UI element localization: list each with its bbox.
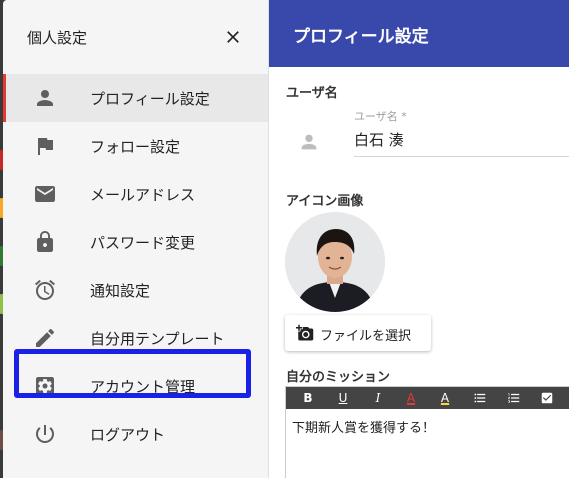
- mail-icon: [35, 186, 55, 202]
- avatar-photo: [285, 212, 385, 312]
- username-field-label: ユーザ名 *: [354, 110, 407, 123]
- font-color-button[interactable]: A: [399, 387, 423, 409]
- drawer-title: 個人設定: [27, 28, 88, 47]
- icon-section-label: アイコン画像: [286, 194, 364, 209]
- page-title: プロフィール設定: [293, 27, 429, 47]
- username-section-label: ユーザ名: [286, 86, 338, 101]
- person-icon: [37, 90, 53, 106]
- checkbox-icon: [541, 392, 553, 404]
- pencil-icon: [36, 328, 55, 347]
- settings-drawer: 個人設定 プロフィール設定 フォロー設定 メールアドレス パスワード変更 通知設…: [3, 0, 268, 478]
- panel-header: プロフィール設定: [269, 0, 569, 67]
- menu-item-profile[interactable]: プロフィール設定: [3, 74, 268, 122]
- numbered-list-icon: [508, 393, 520, 403]
- menu-item-label: ログアウト: [90, 425, 166, 444]
- power-icon: [36, 425, 54, 443]
- mission-editor[interactable]: B U I A A 下期新人賞を獲得する！: [285, 386, 569, 478]
- underline-button[interactable]: U: [331, 387, 355, 409]
- bold-button[interactable]: B: [296, 387, 320, 409]
- profile-settings-panel: プロフィール設定 ユーザ名 ユーザ名 * 白石 湊 アイコン画像 ファイルを選択…: [268, 0, 569, 478]
- menu-item-password[interactable]: パスワード変更: [3, 218, 268, 266]
- menu-item-email[interactable]: メールアドレス: [3, 170, 268, 218]
- flag-icon: [38, 138, 53, 155]
- italic-button[interactable]: I: [366, 387, 390, 409]
- menu-item-templates[interactable]: 自分用テンプレート: [3, 314, 268, 362]
- bullet-list-button[interactable]: [468, 387, 492, 409]
- select-file-button[interactable]: ファイルを選択: [285, 315, 431, 351]
- username-input[interactable]: 白石 湊: [354, 129, 404, 150]
- select-file-label: ファイルを選択: [320, 329, 412, 344]
- drawer-header: 個人設定: [3, 0, 268, 74]
- menu-item-notifications[interactable]: 通知設定: [3, 266, 268, 314]
- checkbox-button[interactable]: [535, 387, 559, 409]
- editor-toolbar: B U I A A: [286, 387, 569, 409]
- numbered-list-button[interactable]: [502, 387, 526, 409]
- menu-item-follow[interactable]: フォロー設定: [3, 122, 268, 170]
- menu-item-label: プロフィール設定: [90, 89, 210, 108]
- menu-item-logout[interactable]: ログアウト: [3, 410, 268, 458]
- menu-item-label: 自分用テンプレート: [90, 329, 225, 348]
- menu-item-label: アカウント管理: [90, 377, 196, 396]
- add-photo-icon: [296, 324, 314, 341]
- lock-icon: [37, 231, 53, 252]
- person-icon: [301, 134, 317, 150]
- menu-item-label: メールアドレス: [90, 185, 196, 204]
- avatar: [285, 212, 385, 312]
- username-underline: [354, 156, 569, 157]
- menu-item-account[interactable]: アカウント管理: [3, 362, 268, 410]
- menu-item-label: フォロー設定: [90, 137, 181, 156]
- menu-item-label: パスワード変更: [90, 233, 196, 252]
- close-icon[interactable]: [223, 27, 243, 47]
- mission-text[interactable]: 下期新人賞を獲得する！: [292, 417, 435, 436]
- alarm-icon: [35, 279, 55, 300]
- settings-menu: プロフィール設定 フォロー設定 メールアドレス パスワード変更 通知設定 自分用…: [3, 74, 268, 458]
- highlight-color-button[interactable]: A: [433, 387, 457, 409]
- gear-icon: [36, 377, 54, 395]
- bullet-list-icon: [474, 393, 486, 403]
- menu-item-label: 通知設定: [90, 281, 151, 300]
- mission-section-label: 自分のミッション: [286, 370, 391, 385]
